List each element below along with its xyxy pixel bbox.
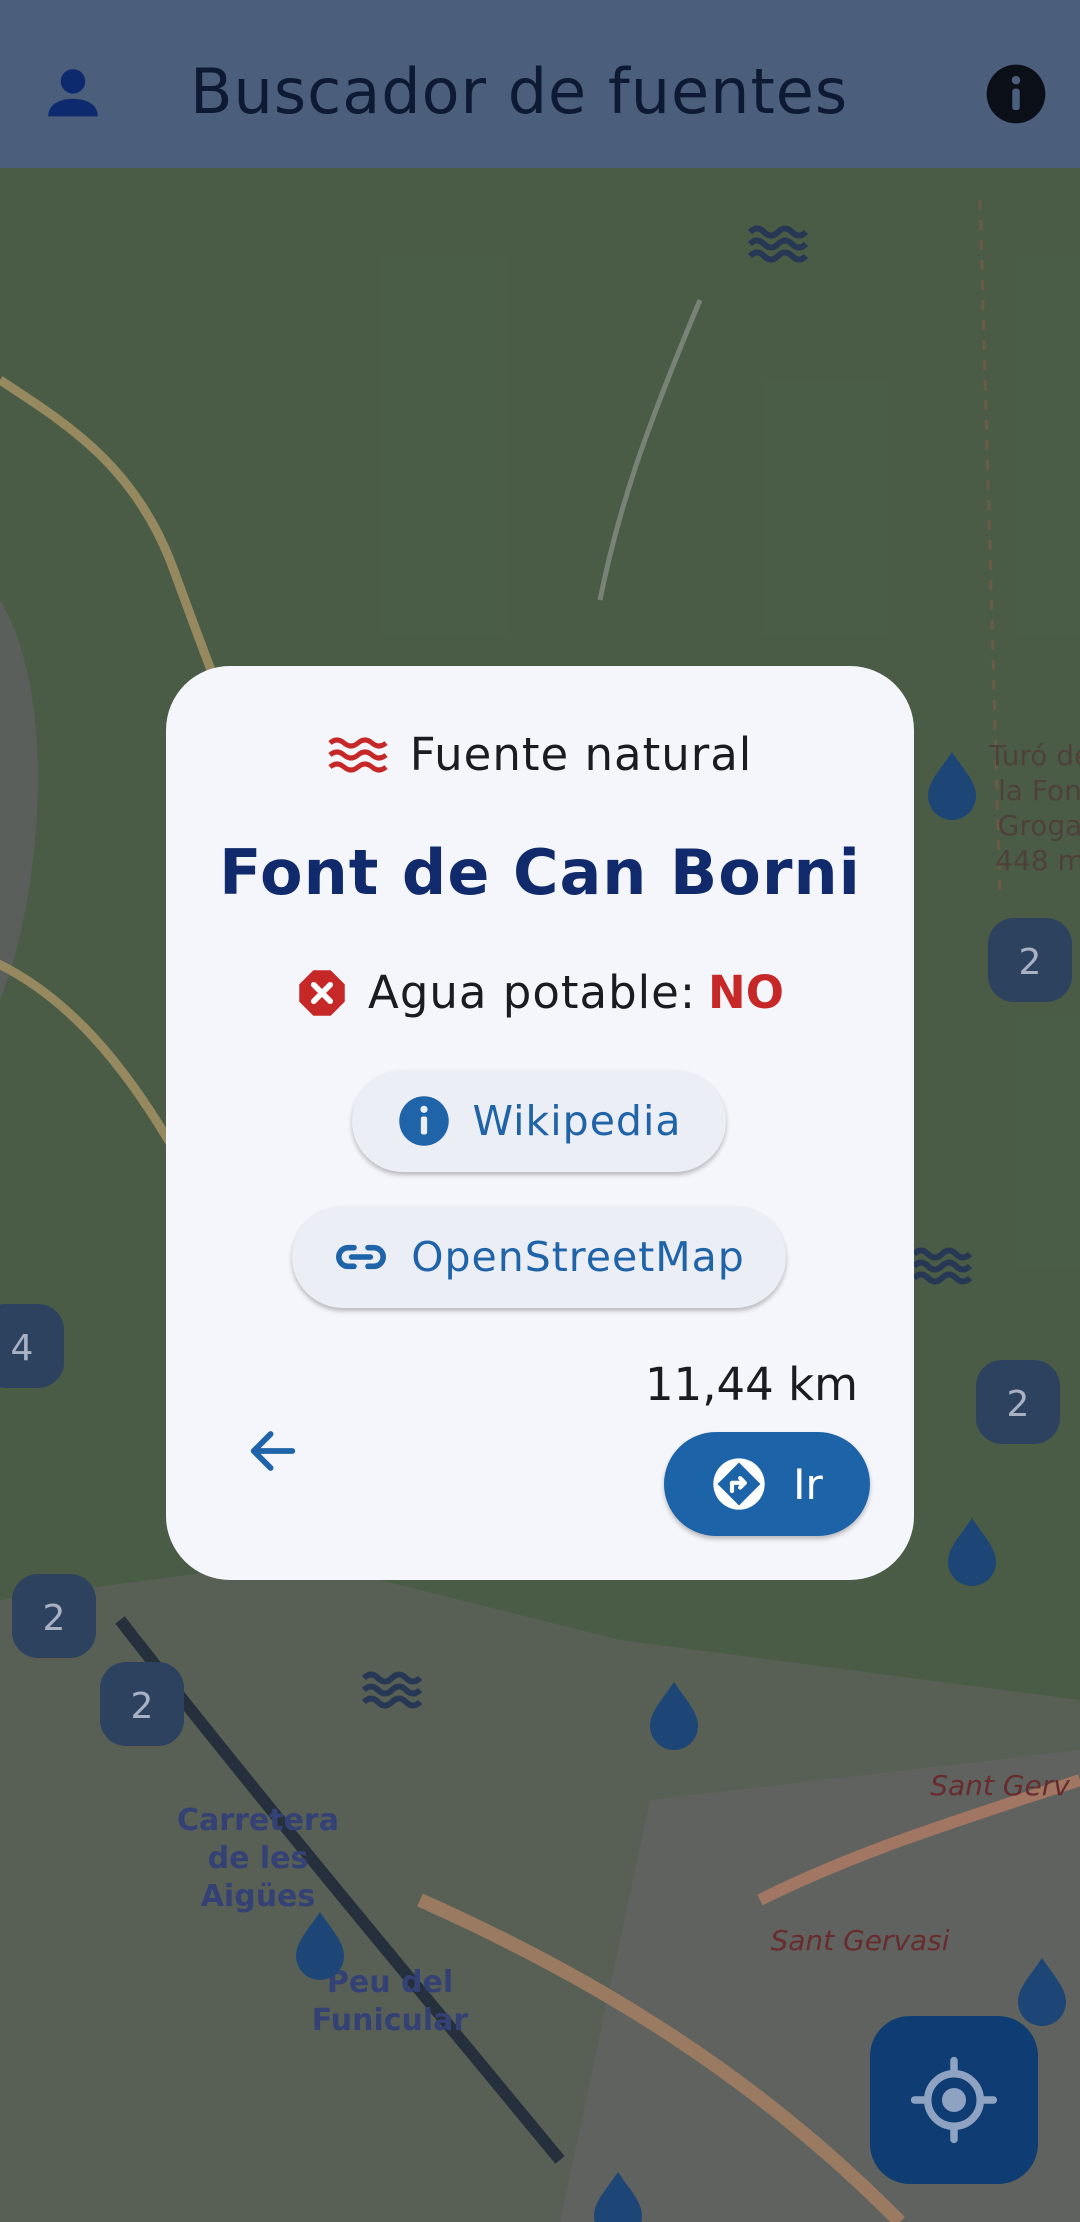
go-label: Ir <box>793 1459 823 1509</box>
map-label-sant-gerv: Sant Gerv <box>930 1769 1070 1802</box>
svg-text:de les: de les <box>208 1841 309 1876</box>
svg-text:4: 4 <box>11 1328 34 1369</box>
map-label-turo: Turó de <box>988 739 1080 772</box>
cluster-marker[interactable]: 2 <box>988 918 1072 1002</box>
person-icon[interactable] <box>38 58 108 128</box>
fountain-details-dialog: Fuente natural Font de Can Borni Agua po… <box>166 666 914 1580</box>
svg-text:2: 2 <box>1019 942 1042 983</box>
fountain-type-label: Fuente natural <box>409 728 753 781</box>
potable-status: Agua potable: NO <box>166 966 914 1019</box>
fountain-type: Fuente natural <box>166 728 914 781</box>
wikipedia-label: Wikipedia <box>472 1097 682 1145</box>
go-button[interactable]: Ir <box>664 1432 870 1536</box>
openstreetmap-button[interactable]: OpenStreetMap <box>292 1206 786 1308</box>
water-waves-icon <box>328 737 388 772</box>
info-icon <box>398 1096 449 1146</box>
wikipedia-button[interactable]: Wikipedia <box>352 1070 726 1172</box>
arrow-back-icon[interactable] <box>244 1422 302 1480</box>
my-location-button[interactable] <box>870 2016 1038 2184</box>
app-bar: Buscador de fuentes <box>0 0 1080 168</box>
close-octagon-icon <box>299 969 345 1016</box>
fountain-name: Font de Can Borni <box>219 836 861 909</box>
info-icon[interactable] <box>984 62 1048 126</box>
my-location-icon <box>910 2056 998 2144</box>
potable-label: Agua potable: <box>368 966 697 1019</box>
svg-text:Funicular: Funicular <box>312 2003 469 2038</box>
svg-text:Groga: Groga <box>998 809 1080 842</box>
svg-text:Aigües: Aigües <box>201 1879 316 1914</box>
openstreetmap-label: OpenStreetMap <box>411 1233 745 1281</box>
cluster-marker[interactable]: 4 <box>0 1304 64 1388</box>
directions-icon <box>713 1458 765 1510</box>
map-label-peu-funicular: Peu del <box>327 1965 453 2000</box>
link-icon <box>336 1244 387 1270</box>
map-label-carretera: Carretera <box>177 1803 339 1838</box>
svg-text:2: 2 <box>1007 1384 1030 1425</box>
potable-value: NO <box>708 966 784 1019</box>
cluster-marker[interactable]: 2 <box>976 1360 1060 1444</box>
svg-text:2: 2 <box>131 1686 154 1727</box>
distance-text: 11,44 km <box>644 1358 858 1411</box>
map-label-sant-gervasi: Sant Gervasi <box>770 1924 949 1957</box>
app-title: Buscador de fuentes <box>190 55 849 128</box>
cluster-marker[interactable]: 2 <box>12 1574 96 1658</box>
svg-text:2: 2 <box>43 1598 66 1639</box>
cluster-marker[interactable]: 2 <box>100 1662 184 1746</box>
svg-text:la Fon: la Fon <box>998 774 1080 807</box>
svg-text:448 m: 448 m <box>995 844 1080 877</box>
